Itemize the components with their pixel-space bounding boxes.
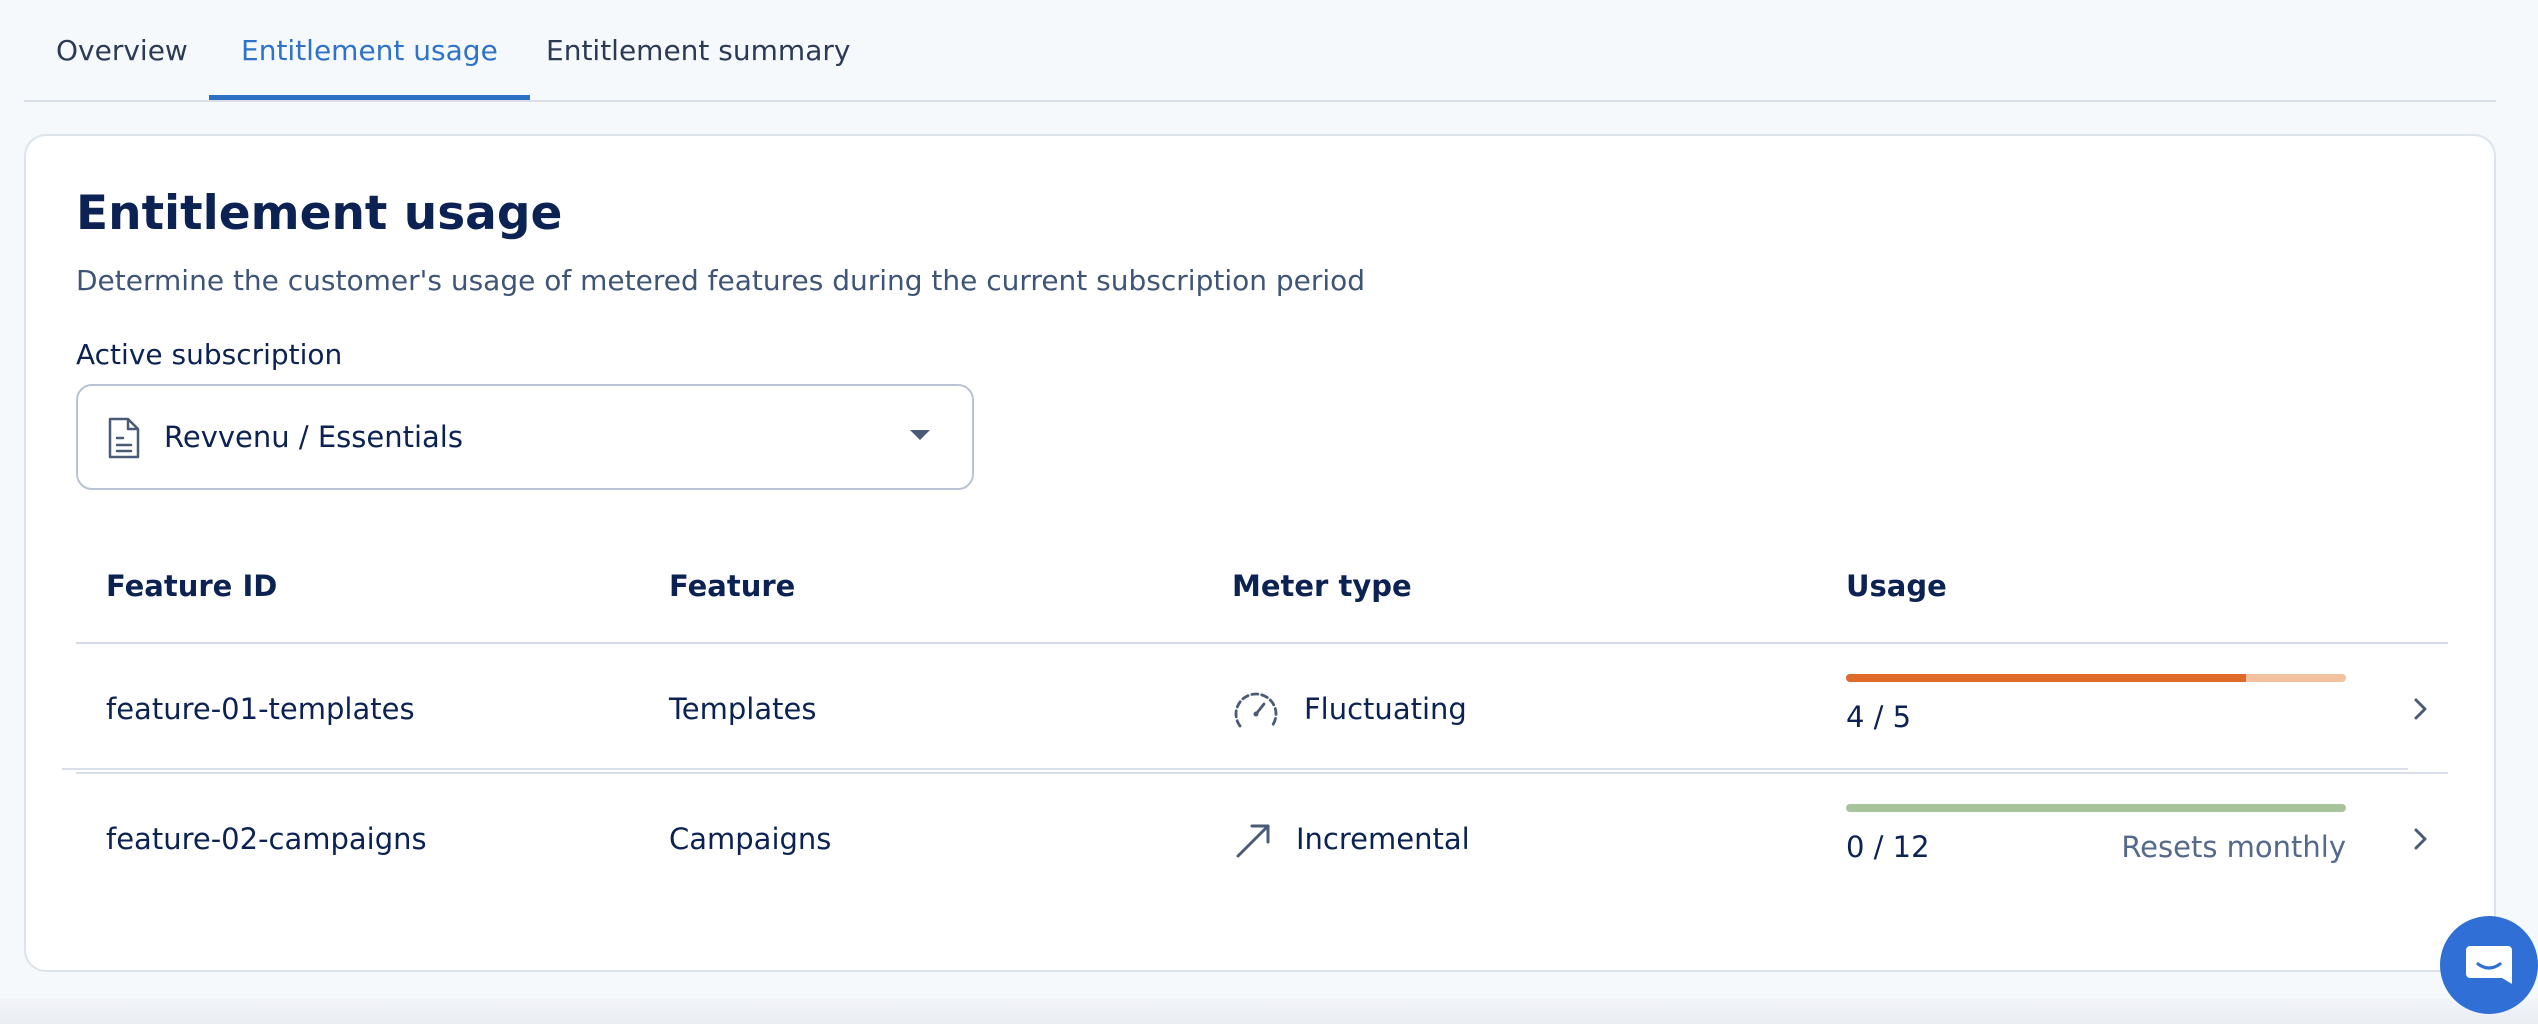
usage-progress-bar — [1846, 804, 2346, 812]
page-subtitle: Determine the customer's usage of metere… — [76, 264, 1366, 297]
usage-reset-note: Resets monthly — [2121, 830, 2346, 864]
usage-count: 0 / 12 — [1846, 830, 1930, 864]
chevron-down-icon — [910, 430, 930, 440]
meter-type-label: Incremental — [1296, 822, 1470, 856]
usage-cell: 4 / 5 — [1846, 644, 2346, 774]
usage-cell: 0 / 12 Resets monthly — [1846, 774, 2346, 904]
column-header-feature: Feature — [669, 569, 796, 603]
page-title: Entitlement usage — [76, 186, 563, 241]
page-footer-strip — [0, 998, 2538, 1024]
feature-id-cell: feature-02-campaigns — [106, 822, 427, 856]
meter-type-label: Fluctuating — [1304, 692, 1467, 726]
chevron-right-icon[interactable] — [2410, 822, 2432, 860]
document-icon — [106, 416, 142, 464]
table-row[interactable]: feature-02-campaigns Campaigns Increment… — [76, 774, 2448, 904]
column-header-usage: Usage — [1846, 569, 1947, 603]
tab-entitlement-summary[interactable]: Entitlement summary — [514, 0, 882, 100]
table-header: Feature ID Feature Meter type Usage — [76, 528, 2448, 644]
chevron-right-icon[interactable] — [2410, 692, 2432, 730]
table-row[interactable]: feature-01-templates Templates Fluctuati… — [76, 644, 2448, 774]
subscription-value: Revvenu / Essentials — [164, 420, 463, 454]
chat-launcher-button[interactable] — [2440, 916, 2538, 1014]
column-header-meter-type: Meter type — [1232, 569, 1412, 603]
feature-cell: Templates — [669, 692, 817, 726]
tab-overview[interactable]: Overview — [24, 0, 220, 100]
active-subscription-label: Active subscription — [76, 338, 343, 371]
feature-id-cell: feature-01-templates — [106, 692, 415, 726]
usage-count: 4 / 5 — [1846, 700, 1912, 734]
usage-progress-bar — [1846, 674, 2346, 682]
entitlement-usage-card: Entitlement usage Determine the customer… — [24, 134, 2496, 972]
gauge-icon — [1234, 692, 1278, 728]
tab-entitlement-usage[interactable]: Entitlement usage — [209, 0, 530, 100]
subscription-select[interactable]: Revvenu / Essentials — [76, 384, 974, 490]
feature-cell: Campaigns — [669, 822, 832, 856]
column-header-feature-id: Feature ID — [106, 569, 278, 603]
usage-progress-fill — [1846, 674, 2246, 682]
row-divider — [62, 768, 2408, 770]
chat-icon — [2466, 946, 2512, 984]
tab-bar: Overview Entitlement usage Entitlement s… — [24, 0, 2496, 102]
arrow-up-right-icon — [1236, 824, 1270, 858]
